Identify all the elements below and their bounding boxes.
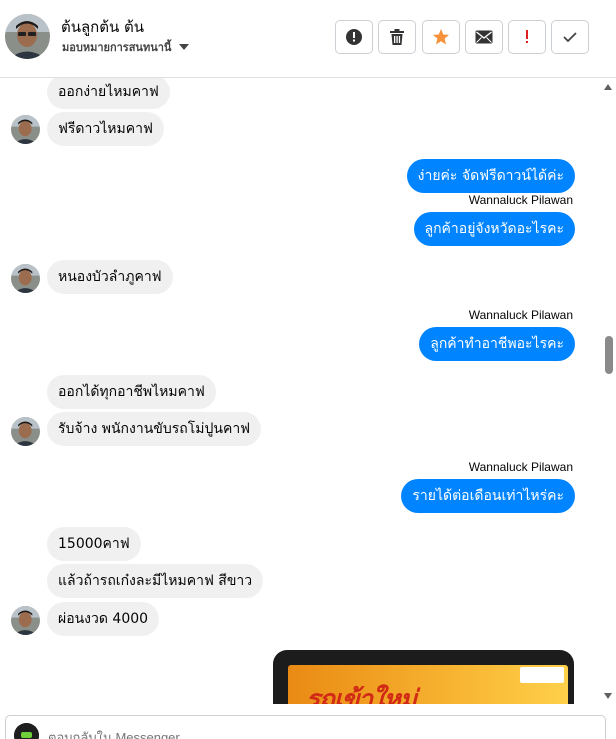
- contact-name: ต้นลูกต้น ต้น: [61, 18, 145, 36]
- incoming-message: 15000คาฟ: [47, 527, 141, 561]
- incoming-message: รับจ้าง พนักงานขับรถโม่ปูนคาฟ: [47, 412, 262, 446]
- chevron-down-icon: [179, 44, 190, 50]
- outgoing-message: ง่ายค่ะ จัดฟรีดาวน์ได้ค่ะ: [406, 159, 575, 193]
- outgoing-image-attachment[interactable]: รถเข้าใหม่: [273, 650, 574, 710]
- outgoing-message: ลูกค้าทำอาชีพอะไรคะ: [419, 327, 575, 361]
- report-button[interactable]: [335, 20, 373, 54]
- incoming-message: แล้วถ้ารถเก๋งละมีไหมคาฟ สีขาว: [47, 564, 264, 598]
- check-icon: [563, 32, 577, 43]
- contact-avatar-small: [11, 606, 40, 635]
- message-thread[interactable]: ออกง่ายไหมคาฟ ฟรีดาวไหมคาฟ ง่ายค่ะ จัดฟร…: [0, 78, 616, 704]
- important-button[interactable]: [508, 20, 546, 54]
- outgoing-message: ลูกค้าอยู่จังหวัดอะไรคะ: [413, 212, 575, 246]
- incoming-message: ออกได้ทุกอาชีพไหมคาฟ: [47, 375, 216, 409]
- outgoing-message: รายได้ต่อเดือนเท่าไหร่คะ: [401, 479, 575, 513]
- report-icon: [346, 29, 362, 45]
- incoming-message: ผ่อนงวด 4000: [47, 602, 160, 636]
- scrollbar[interactable]: [601, 78, 616, 704]
- reply-input[interactable]: [48, 728, 448, 739]
- contact-avatar-small: [11, 264, 40, 293]
- delete-button[interactable]: [378, 20, 416, 54]
- reply-composer: [0, 704, 616, 739]
- star-icon: [433, 29, 449, 45]
- star-button[interactable]: [422, 20, 460, 54]
- contact-avatar[interactable]: [5, 14, 50, 59]
- important-icon: [526, 30, 528, 43]
- contact-avatar-small: [11, 417, 40, 446]
- sender-name: Wannaluck Pilawan: [468, 193, 573, 207]
- sender-name: Wannaluck Pilawan: [468, 460, 573, 474]
- conversation-header: ต้นลูกต้น ต้น มอบหมายการสนทนานี้: [0, 0, 616, 78]
- mark-unread-button[interactable]: [465, 20, 503, 54]
- assign-conversation-dropdown[interactable]: มอบหมายการสนทนานี้: [62, 38, 190, 56]
- scroll-down-arrow-icon[interactable]: [604, 693, 612, 699]
- mail-icon: [475, 30, 493, 44]
- incoming-message: หนองบัวลำภูคาฟ: [47, 260, 173, 294]
- contact-avatar-small: [11, 115, 40, 144]
- promo-logo: [520, 667, 564, 683]
- scroll-up-arrow-icon[interactable]: [604, 84, 612, 90]
- sender-name: Wannaluck Pilawan: [468, 308, 573, 322]
- assign-label: มอบหมายการสนทนานี้: [62, 41, 172, 54]
- scrollbar-thumb[interactable]: [605, 336, 613, 374]
- incoming-message: ฟรีดาวไหมคาฟ: [47, 112, 164, 146]
- incoming-message: ออกง่ายไหมคาฟ: [47, 78, 170, 109]
- mark-done-button[interactable]: [551, 20, 589, 54]
- trash-icon: [390, 29, 404, 45]
